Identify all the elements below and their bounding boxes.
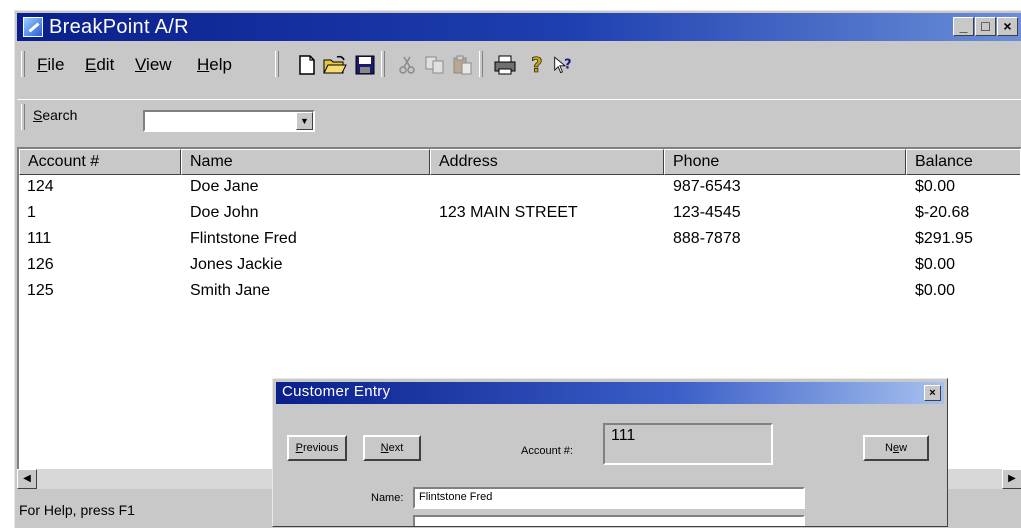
cell-name: Doe John bbox=[190, 204, 259, 221]
paste-icon bbox=[451, 53, 475, 77]
cell-address: 123 MAIN STREET bbox=[439, 204, 578, 221]
cut-scissors-icon bbox=[395, 53, 419, 77]
cell-name: Flintstone Fred bbox=[190, 230, 297, 247]
app-icon bbox=[23, 17, 43, 37]
cell-account: 126 bbox=[27, 256, 54, 273]
scroll-right-arrow[interactable]: ▶ bbox=[1002, 469, 1021, 489]
save-disk-icon[interactable] bbox=[353, 53, 377, 77]
dialog-title: Customer Entry bbox=[282, 383, 391, 400]
previous-button[interactable]: Previous bbox=[287, 435, 347, 461]
toolbar-grip[interactable] bbox=[275, 51, 279, 77]
table-row[interactable]: 126 Jones Jackie $0.00 bbox=[19, 253, 1020, 279]
menu-toolbar: File Edit View Help ? ? bbox=[17, 47, 1021, 81]
scroll-left-arrow[interactable]: ◀ bbox=[17, 469, 37, 489]
cell-balance: $-20.68 bbox=[915, 204, 970, 221]
cell-account: 1 bbox=[27, 204, 36, 221]
cell-name: Doe Jane bbox=[190, 178, 259, 195]
menu-edit[interactable]: Edit bbox=[85, 55, 114, 75]
account-label: Account #: bbox=[521, 445, 573, 457]
open-folder-icon[interactable] bbox=[323, 53, 347, 77]
toolbar-separator bbox=[381, 51, 385, 77]
col-header-balance[interactable]: Balance bbox=[906, 149, 1020, 175]
cell-balance: $291.95 bbox=[915, 230, 973, 247]
name-field-value: Flintstone Fred bbox=[419, 491, 493, 503]
cell-phone: 987-6543 bbox=[673, 178, 741, 195]
dialog-close-button[interactable]: × bbox=[924, 385, 941, 401]
title-bar[interactable]: BreakPoint A/R _ □ × bbox=[17, 13, 1021, 41]
menu-file[interactable]: File bbox=[37, 55, 64, 75]
col-header-name[interactable]: Name bbox=[181, 149, 430, 175]
address-field[interactable] bbox=[413, 515, 805, 526]
account-number-value: 111 bbox=[611, 427, 636, 444]
context-help-icon[interactable]: ? bbox=[553, 53, 577, 77]
cell-account: 125 bbox=[27, 282, 54, 299]
cell-phone: 123-4545 bbox=[673, 204, 741, 221]
cell-phone: 888-7878 bbox=[673, 230, 741, 247]
cell-balance: $0.00 bbox=[915, 178, 956, 195]
next-button[interactable]: Next bbox=[363, 435, 421, 461]
new-button[interactable]: New bbox=[863, 435, 929, 461]
table-row[interactable]: 1 Doe John 123 MAIN STREET 123-4545 $-20… bbox=[19, 201, 1020, 227]
list-header: Account # Name Address Phone Balance bbox=[19, 149, 1020, 175]
search-combo-input[interactable]: ▼ bbox=[143, 110, 315, 132]
svg-text:?: ? bbox=[531, 54, 543, 76]
table-row[interactable]: 111 Flintstone Fred 888-7878 $291.95 bbox=[19, 227, 1020, 253]
maximize-button[interactable]: □ bbox=[975, 17, 996, 36]
search-grip[interactable] bbox=[21, 104, 25, 130]
cell-name: Jones Jackie bbox=[190, 256, 283, 273]
toolbar-separator bbox=[479, 51, 483, 77]
table-row[interactable]: 125 Smith Jane $0.00 bbox=[19, 279, 1020, 305]
menu-view[interactable]: View bbox=[135, 55, 172, 75]
window-title: BreakPoint A/R bbox=[49, 16, 189, 38]
search-bar: Search ▼ bbox=[17, 99, 1021, 140]
copy-icon bbox=[423, 53, 447, 77]
table-row[interactable]: 124 Doe Jane 987-6543 $0.00 bbox=[19, 175, 1020, 201]
cell-account: 111 bbox=[27, 230, 52, 247]
close-button[interactable]: × bbox=[997, 17, 1018, 36]
customer-entry-dialog: Customer Entry × Previous Next Account #… bbox=[272, 378, 948, 527]
cell-name: Smith Jane bbox=[190, 282, 271, 299]
cell-account: 124 bbox=[27, 178, 54, 195]
minimize-button[interactable]: _ bbox=[953, 17, 974, 36]
col-header-account[interactable]: Account # bbox=[19, 149, 181, 175]
status-text: For Help, press F1 bbox=[19, 502, 135, 518]
dialog-title-bar[interactable]: Customer Entry × bbox=[276, 382, 944, 404]
menu-grip[interactable] bbox=[21, 51, 25, 77]
print-icon[interactable] bbox=[493, 53, 517, 77]
chevron-down-icon[interactable]: ▼ bbox=[296, 112, 313, 130]
menu-help[interactable]: Help bbox=[197, 55, 232, 75]
name-label: Name: bbox=[371, 492, 404, 504]
col-header-address[interactable]: Address bbox=[430, 149, 664, 175]
svg-text:?: ? bbox=[564, 57, 571, 72]
cell-balance: $0.00 bbox=[915, 282, 956, 299]
name-field[interactable]: Flintstone Fred bbox=[413, 487, 805, 509]
help-icon[interactable]: ? bbox=[525, 53, 549, 77]
account-number-field: 111 bbox=[603, 423, 773, 465]
new-file-icon[interactable] bbox=[295, 53, 319, 77]
col-header-phone[interactable]: Phone bbox=[664, 149, 906, 175]
search-label: Search bbox=[33, 107, 78, 123]
cell-balance: $0.00 bbox=[915, 256, 956, 273]
